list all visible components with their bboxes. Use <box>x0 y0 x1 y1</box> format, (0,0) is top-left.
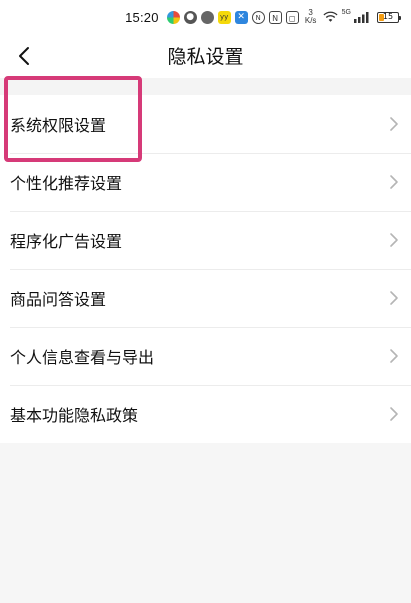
status-time: 15:20 <box>125 9 159 25</box>
list-item-label: 程序化广告设置 <box>10 232 123 251</box>
list-item-label: 商品问答设置 <box>10 290 107 309</box>
vibrate-icon: ◻ <box>285 10 299 24</box>
list-item-basic-privacy-policy[interactable]: 基本功能隐私政策 <box>0 385 411 443</box>
wifi-icon <box>323 11 338 22</box>
list-item-personalized-recommendation[interactable]: 个性化推荐设置 <box>0 153 411 211</box>
chevron-right-icon <box>390 291 398 305</box>
list-item-label: 个性化推荐设置 <box>10 174 123 193</box>
chevron-right-icon <box>390 233 398 247</box>
app-notification-icon: ✕ <box>234 10 248 24</box>
network-speed-unit: K/s <box>304 16 317 25</box>
section-spacer <box>0 78 411 95</box>
chevron-right-icon <box>390 407 398 421</box>
network-type: 5G <box>341 9 351 16</box>
battery-icon: 15 <box>377 11 401 23</box>
list-item-label: 个人信息查看与导出 <box>10 348 155 367</box>
network-speed: 3 K/s <box>303 9 319 25</box>
battery-level: 15 <box>382 11 394 21</box>
nfc-icon: N <box>268 10 282 24</box>
list-item-system-permissions[interactable]: 系统权限设置 <box>0 95 411 153</box>
page-title: 隐私设置 <box>167 46 244 68</box>
wechat-icon: ● <box>183 10 197 24</box>
list-item-product-qa[interactable]: 商品问答设置 <box>0 269 411 327</box>
nfc-icon: N <box>251 10 265 24</box>
list-item-label: 系统权限设置 <box>10 116 107 135</box>
app-notification-icon: yy <box>217 10 231 24</box>
chevron-right-icon <box>390 349 398 363</box>
app-notification-icon <box>166 10 180 24</box>
status-bar: 15:20 ● yy ✕ N N ◻ 3 K/s 5G 15 <box>0 0 411 34</box>
notification-icon <box>200 10 214 24</box>
chevron-right-icon <box>390 117 398 131</box>
screen: 15:20 ● yy ✕ N N ◻ 3 K/s 5G 15 隐私设置 系统权限… <box>0 0 411 603</box>
privacy-settings-list: 系统权限设置 个性化推荐设置 程序化广告设置 商品问答设置 个人信息查看与导出 <box>0 95 411 443</box>
chevron-right-icon <box>390 175 398 189</box>
list-item-personal-info-export[interactable]: 个人信息查看与导出 <box>0 327 411 385</box>
top-navigation-bar: 隐私设置 <box>0 34 411 78</box>
signal-icon <box>354 12 369 23</box>
list-item-label: 基本功能隐私政策 <box>10 406 139 425</box>
list-item-programmatic-ads[interactable]: 程序化广告设置 <box>0 211 411 269</box>
